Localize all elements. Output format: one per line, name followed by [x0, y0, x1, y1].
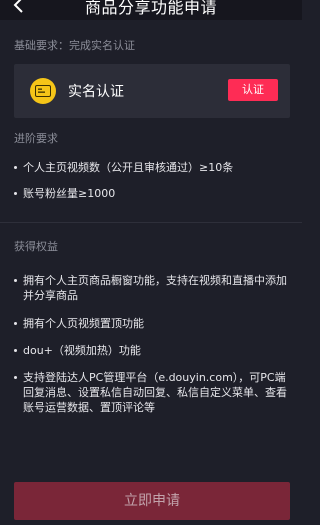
benefits-label: 获得权益: [14, 240, 58, 253]
list-item: 账号粉丝量≥1000: [14, 186, 292, 201]
list-item: dou+（视频加热）功能: [14, 343, 292, 358]
bullet-icon: [14, 376, 17, 379]
nav-bar: 商品分享功能申请: [0, 0, 302, 20]
divider: [0, 222, 302, 223]
bullet-icon: [14, 279, 17, 282]
real-name-title: 实名认证: [68, 84, 124, 100]
list-item: 拥有个人主页商品橱窗功能，支持在视频和直播中添加并分享商品: [14, 273, 292, 303]
bullet-icon: [14, 349, 17, 352]
id-card-icon: [30, 78, 56, 104]
apply-now-button[interactable]: 立即申请: [14, 482, 290, 520]
bullet-icon: [14, 166, 17, 169]
list-item: 支持登陆达人PC管理平台（e.douyin.com），可PC端回复消息、设置私信…: [14, 370, 292, 415]
verify-button[interactable]: 认证: [228, 79, 278, 101]
real-name-card: 实名认证 认证: [14, 64, 290, 118]
bullet-icon: [14, 192, 17, 195]
list-item: 拥有个人页视频置顶功能: [14, 316, 292, 331]
list-item: 个人主页视频数（公开且审核通过）≥10条: [14, 160, 292, 175]
bullet-icon: [14, 322, 17, 325]
page-title: 商品分享功能申请: [84, 0, 217, 17]
basic-requirement-label: 基础要求：完成实名认证: [14, 39, 135, 52]
advanced-requirement-label: 进阶要求: [14, 132, 58, 145]
